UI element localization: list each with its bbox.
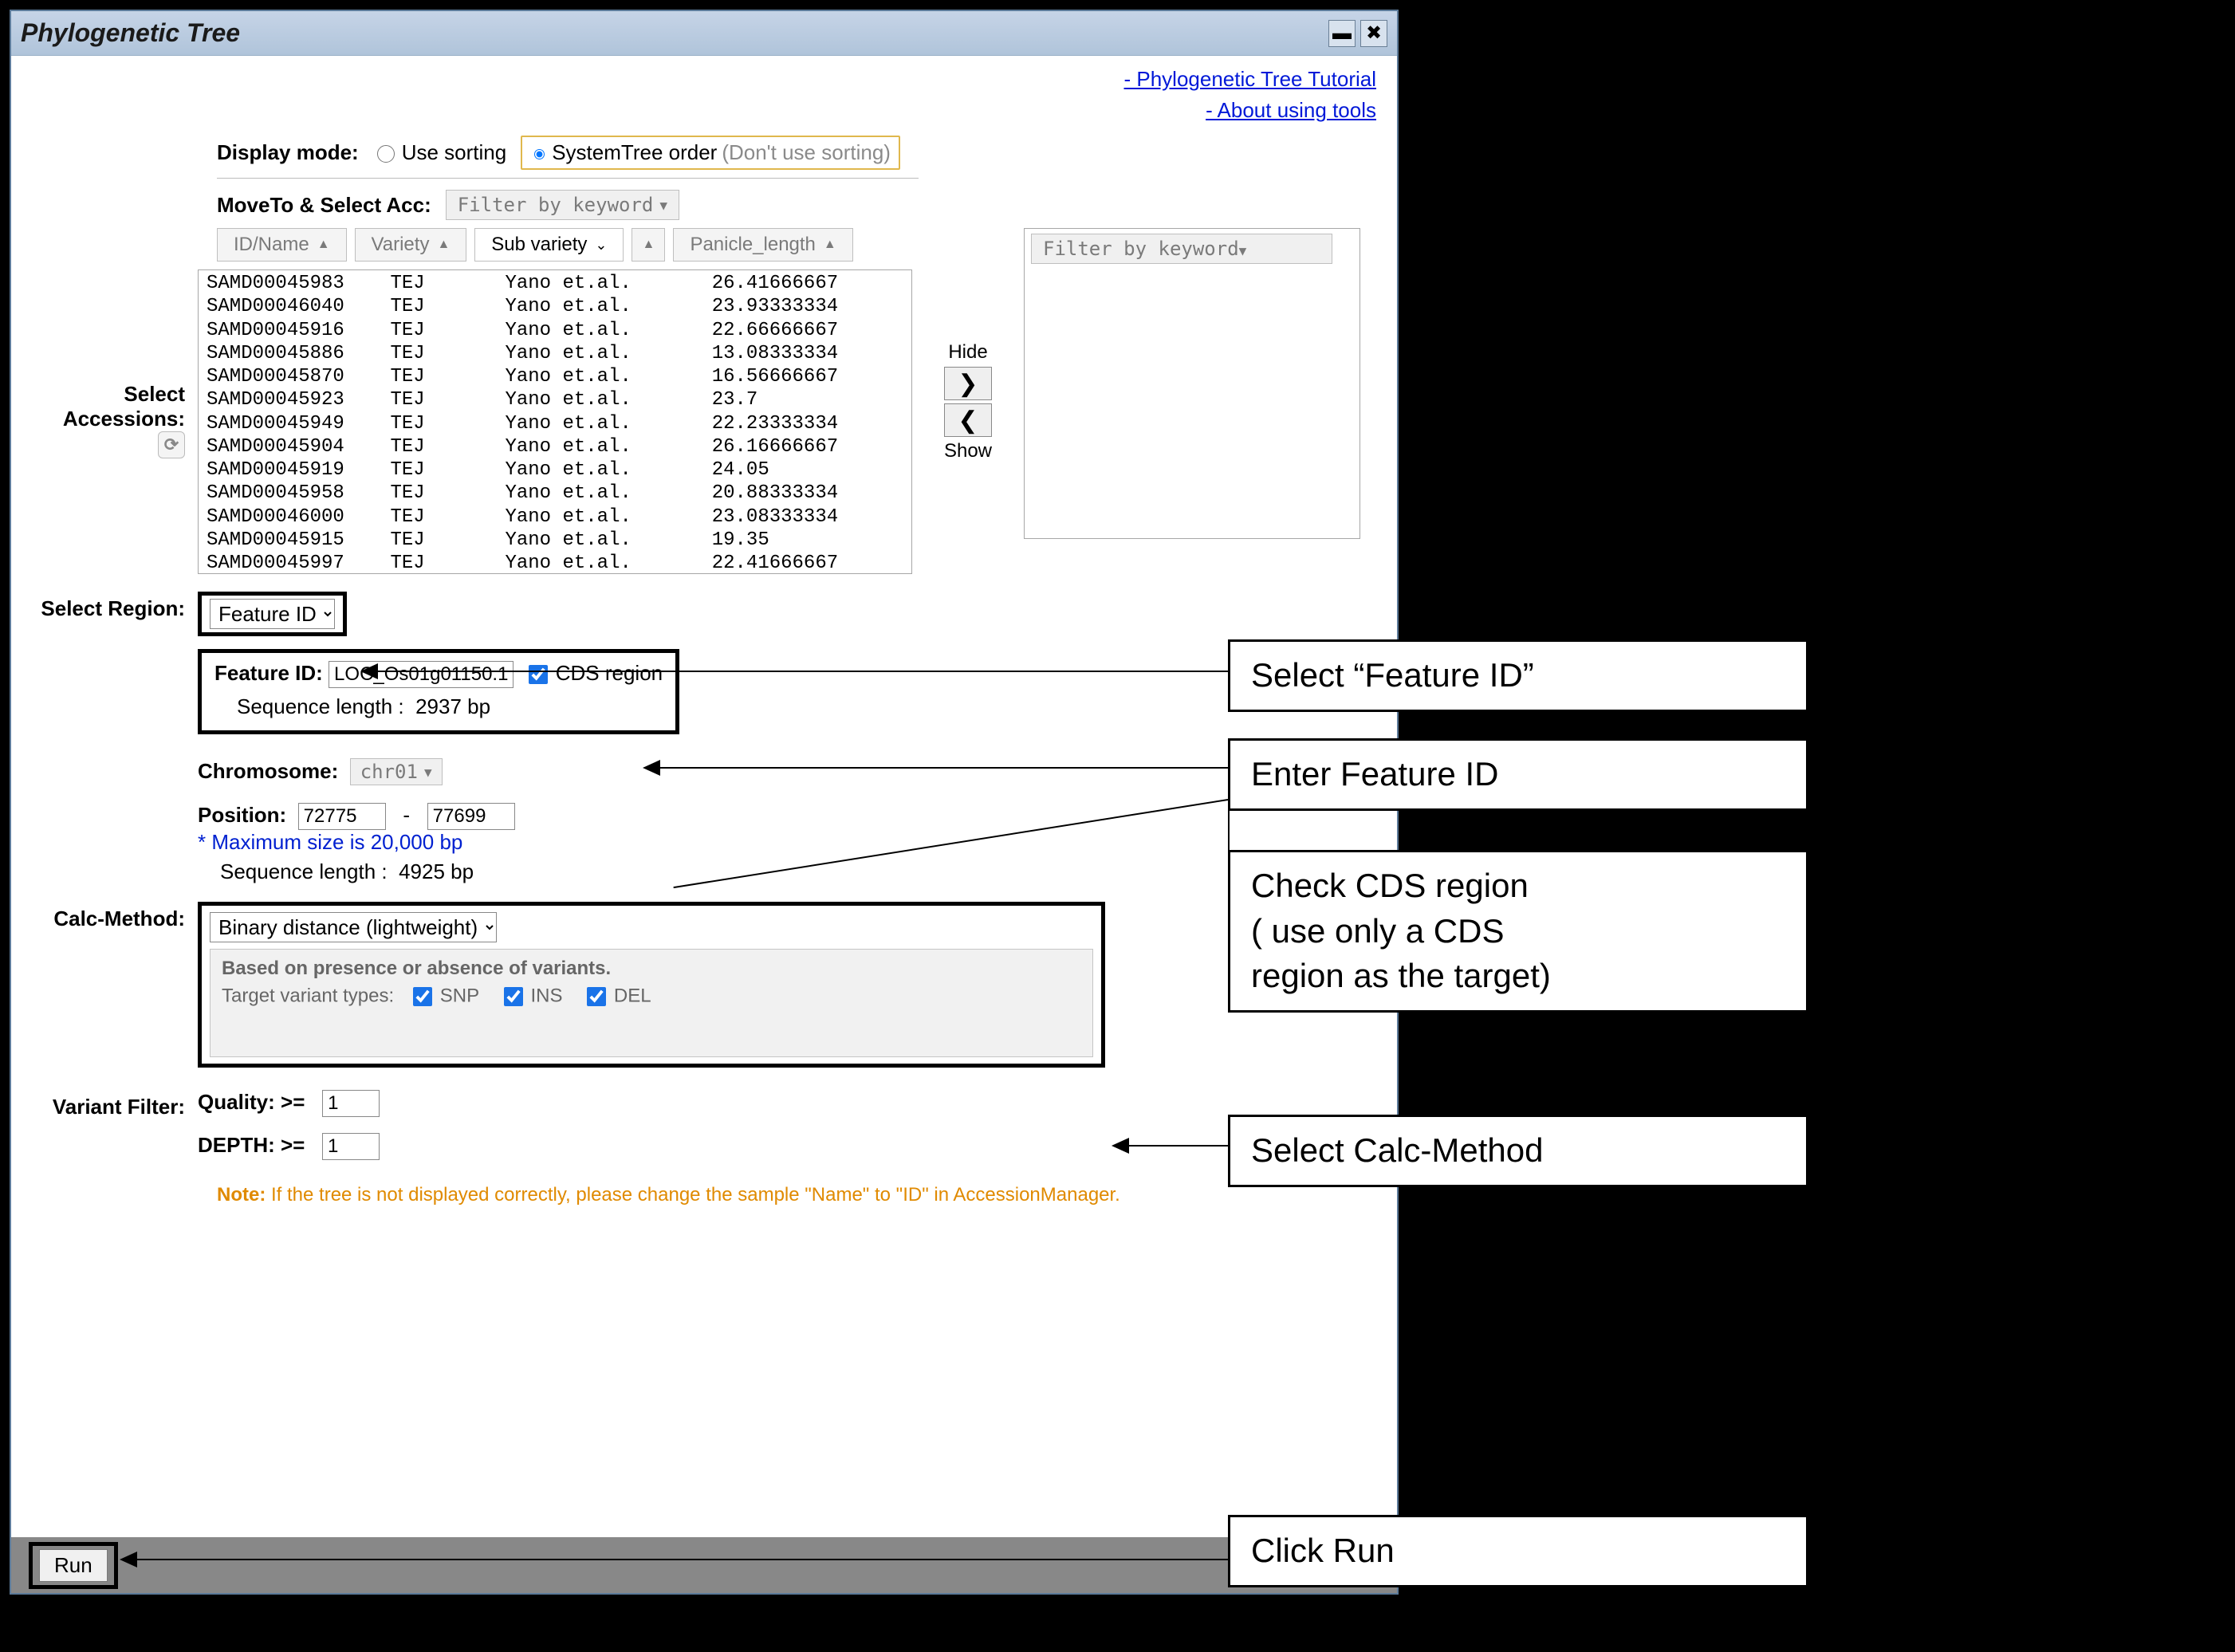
calc-method-select[interactable]: Binary distance (lightweight)	[210, 912, 497, 942]
ins-checkbox[interactable]	[504, 987, 523, 1006]
col-panicle[interactable]: Panicle_length ▲	[673, 228, 852, 262]
arrow-line	[659, 767, 1228, 769]
callout-select-feature: Select “Feature ID”	[1228, 639, 1808, 712]
run-box: Run	[29, 1542, 118, 1589]
position-from-input[interactable]	[298, 803, 386, 830]
run-button[interactable]: Run	[39, 1549, 108, 1582]
list-item[interactable]: SAMD00045923 TEJ Yano et.al. 23.7	[207, 388, 903, 411]
help-links: - Phylogenetic Tree Tutorial - About usi…	[11, 56, 1397, 129]
list-item[interactable]: SAMD00045870 TEJ Yano et.al. 16.56666667	[207, 365, 903, 388]
position-note: * Maximum size is 20,000 bp	[198, 830, 1376, 855]
list-item[interactable]: SAMD00045886 TEJ Yano et.al. 13.08333334	[207, 342, 903, 365]
chevron-right-icon: ❯	[958, 370, 978, 398]
feature-id-label: Feature ID:	[214, 661, 323, 685]
list-item[interactable]: SAMD00045904 TEJ Yano et.al. 26.16666667	[207, 435, 903, 458]
callout-run: Click Run	[1228, 1515, 1808, 1587]
arrow-head-icon	[360, 663, 378, 679]
display-mode-label: Display mode:	[217, 140, 359, 165]
arrow-line	[136, 1559, 1228, 1560]
refresh-icon: ⟳	[164, 435, 179, 455]
moveto-label: MoveTo & Select Acc:	[217, 193, 431, 218]
callout-cds: Check CDS region ( use only a CDS region…	[1228, 850, 1808, 1013]
arrow-head-icon	[643, 760, 660, 776]
depth-input[interactable]	[322, 1133, 380, 1160]
list-item[interactable]: SAMD00045958 TEJ Yano et.al. 20.88333334	[207, 482, 903, 505]
show-button[interactable]: ❮	[944, 403, 992, 437]
list-item[interactable]: SAMD00045983 TEJ Yano et.al. 26.41666667	[207, 272, 903, 295]
feature-id-input[interactable]	[329, 661, 513, 688]
minimize-button[interactable]: ▬	[1328, 20, 1356, 47]
arrow-line	[1127, 1145, 1228, 1147]
phylogenetic-tree-window: Phylogenetic Tree ▬ ✖ - Phylogenetic Tre…	[10, 10, 1399, 1595]
position-label: Position:	[198, 803, 286, 827]
del-checkbox[interactable]	[587, 987, 606, 1006]
calc-desc: Based on presence or absence of variants…	[210, 949, 1093, 1057]
chromosome-label: Chromosome:	[198, 759, 338, 783]
list-item[interactable]: SAMD00045916 TEJ Yano et.al. 22.66666667	[207, 319, 903, 342]
calc-method-box: Binary distance (lightweight) Based on p…	[198, 902, 1105, 1068]
display-mode-row: Display mode: Use sorting SystemTree ord…	[217, 136, 1376, 170]
chromosome-select[interactable]: chr01 ▼	[350, 758, 443, 785]
callout-enter-feature: Enter Feature ID	[1228, 738, 1808, 811]
calc-method-label: Calc-Method:	[32, 902, 198, 931]
close-icon: ✖	[1366, 22, 1382, 45]
variant-filter-label: Variant Filter:	[32, 1090, 198, 1119]
system-tree-radio-input[interactable]	[534, 149, 545, 159]
arrow-head-icon	[120, 1552, 137, 1567]
list-item[interactable]: SAMD00046000 TEJ Yano et.al. 23.08333334	[207, 505, 903, 529]
hide-button[interactable]: ❯	[944, 367, 992, 400]
seq-length-2: 4925 bp	[399, 859, 474, 883]
list-item[interactable]: SAMD00045915 TEJ Yano et.al. 19.35	[207, 529, 903, 552]
close-button[interactable]: ✖	[1360, 20, 1387, 47]
footer-bar: Run	[11, 1537, 1397, 1593]
list-item[interactable]: SAMD00046040 TEJ Yano et.al. 23.93333334	[207, 295, 903, 318]
select-accessions-label: Select Accessions: ⟳	[32, 269, 198, 483]
arrow-line	[1228, 799, 1230, 883]
hide-label: Hide	[948, 341, 987, 364]
note-text: Note: If the tree is not displayed corre…	[217, 1184, 1376, 1206]
show-label: Show	[944, 440, 992, 462]
cds-label: CDS region	[556, 661, 663, 685]
list-item[interactable]: SAMD00045919 TEJ Yano et.al. 24.05	[207, 458, 903, 482]
depth-label: DEPTH: >=	[198, 1133, 305, 1157]
seq-length-1: 2937 bp	[415, 694, 490, 718]
position-to-input[interactable]	[427, 803, 515, 830]
tutorial-link[interactable]: - Phylogenetic Tree Tutorial	[11, 64, 1376, 95]
about-link[interactable]: - About using tools	[11, 95, 1376, 126]
quality-label: Quality: >=	[198, 1090, 305, 1114]
callout-calc: Select Calc-Method	[1228, 1115, 1808, 1187]
list-item[interactable]: SAMD00045997 TEJ Yano et.al. 22.41666667	[207, 552, 903, 574]
hidden-accessions-list[interactable]: Filter by keyword▼	[1024, 228, 1360, 539]
hide-show-controls: Hide ❯ ❮ Show	[928, 341, 1008, 462]
col-variety[interactable]: Variety ▲	[355, 228, 467, 262]
hidden-filter[interactable]: Filter by keyword▼	[1031, 234, 1332, 264]
col-sort-sub[interactable]: ▲	[632, 228, 665, 262]
arrow-line	[376, 671, 1228, 672]
region-mode-box: Feature ID	[198, 592, 347, 636]
dropdown-icon: ▼	[659, 198, 667, 213]
region-mode-select[interactable]: Feature ID	[210, 599, 335, 629]
refresh-button[interactable]: ⟳	[158, 431, 185, 458]
list-item[interactable]: SAMD00045949 TEJ Yano et.al. 22.23333334	[207, 412, 903, 435]
use-sorting-radio-input[interactable]	[377, 145, 395, 163]
cds-checkbox[interactable]	[529, 665, 548, 684]
quality-input[interactable]	[322, 1090, 380, 1117]
titlebar: Phylogenetic Tree ▬ ✖	[11, 11, 1397, 56]
feature-id-box: Feature ID: CDS region Sequence length :…	[198, 649, 679, 734]
snp-checkbox[interactable]	[413, 987, 432, 1006]
moveto-row: MoveTo & Select Acc: Filter by keyword▼	[217, 190, 1376, 220]
dropdown-icon: ▼	[424, 765, 432, 780]
system-tree-radio[interactable]: SystemTree order(Don't use sorting)	[521, 136, 900, 170]
window-title: Phylogenetic Tree	[21, 18, 240, 48]
col-subvariety[interactable]: Sub variety ⌄	[474, 228, 624, 262]
col-idname[interactable]: ID/Name ▲	[217, 228, 347, 262]
dropdown-icon: ▼	[1239, 243, 1247, 258]
select-region-label: Select Region:	[32, 592, 198, 621]
minimize-icon: ▬	[1332, 22, 1352, 45]
arrow-head-icon	[1112, 1138, 1129, 1154]
moveto-filter[interactable]: Filter by keyword▼	[446, 190, 679, 220]
use-sorting-radio[interactable]: Use sorting	[373, 140, 507, 165]
chevron-left-icon: ❮	[958, 407, 978, 435]
accessions-list[interactable]: SAMD00045983 TEJ Yano et.al. 26.41666667…	[198, 269, 912, 574]
